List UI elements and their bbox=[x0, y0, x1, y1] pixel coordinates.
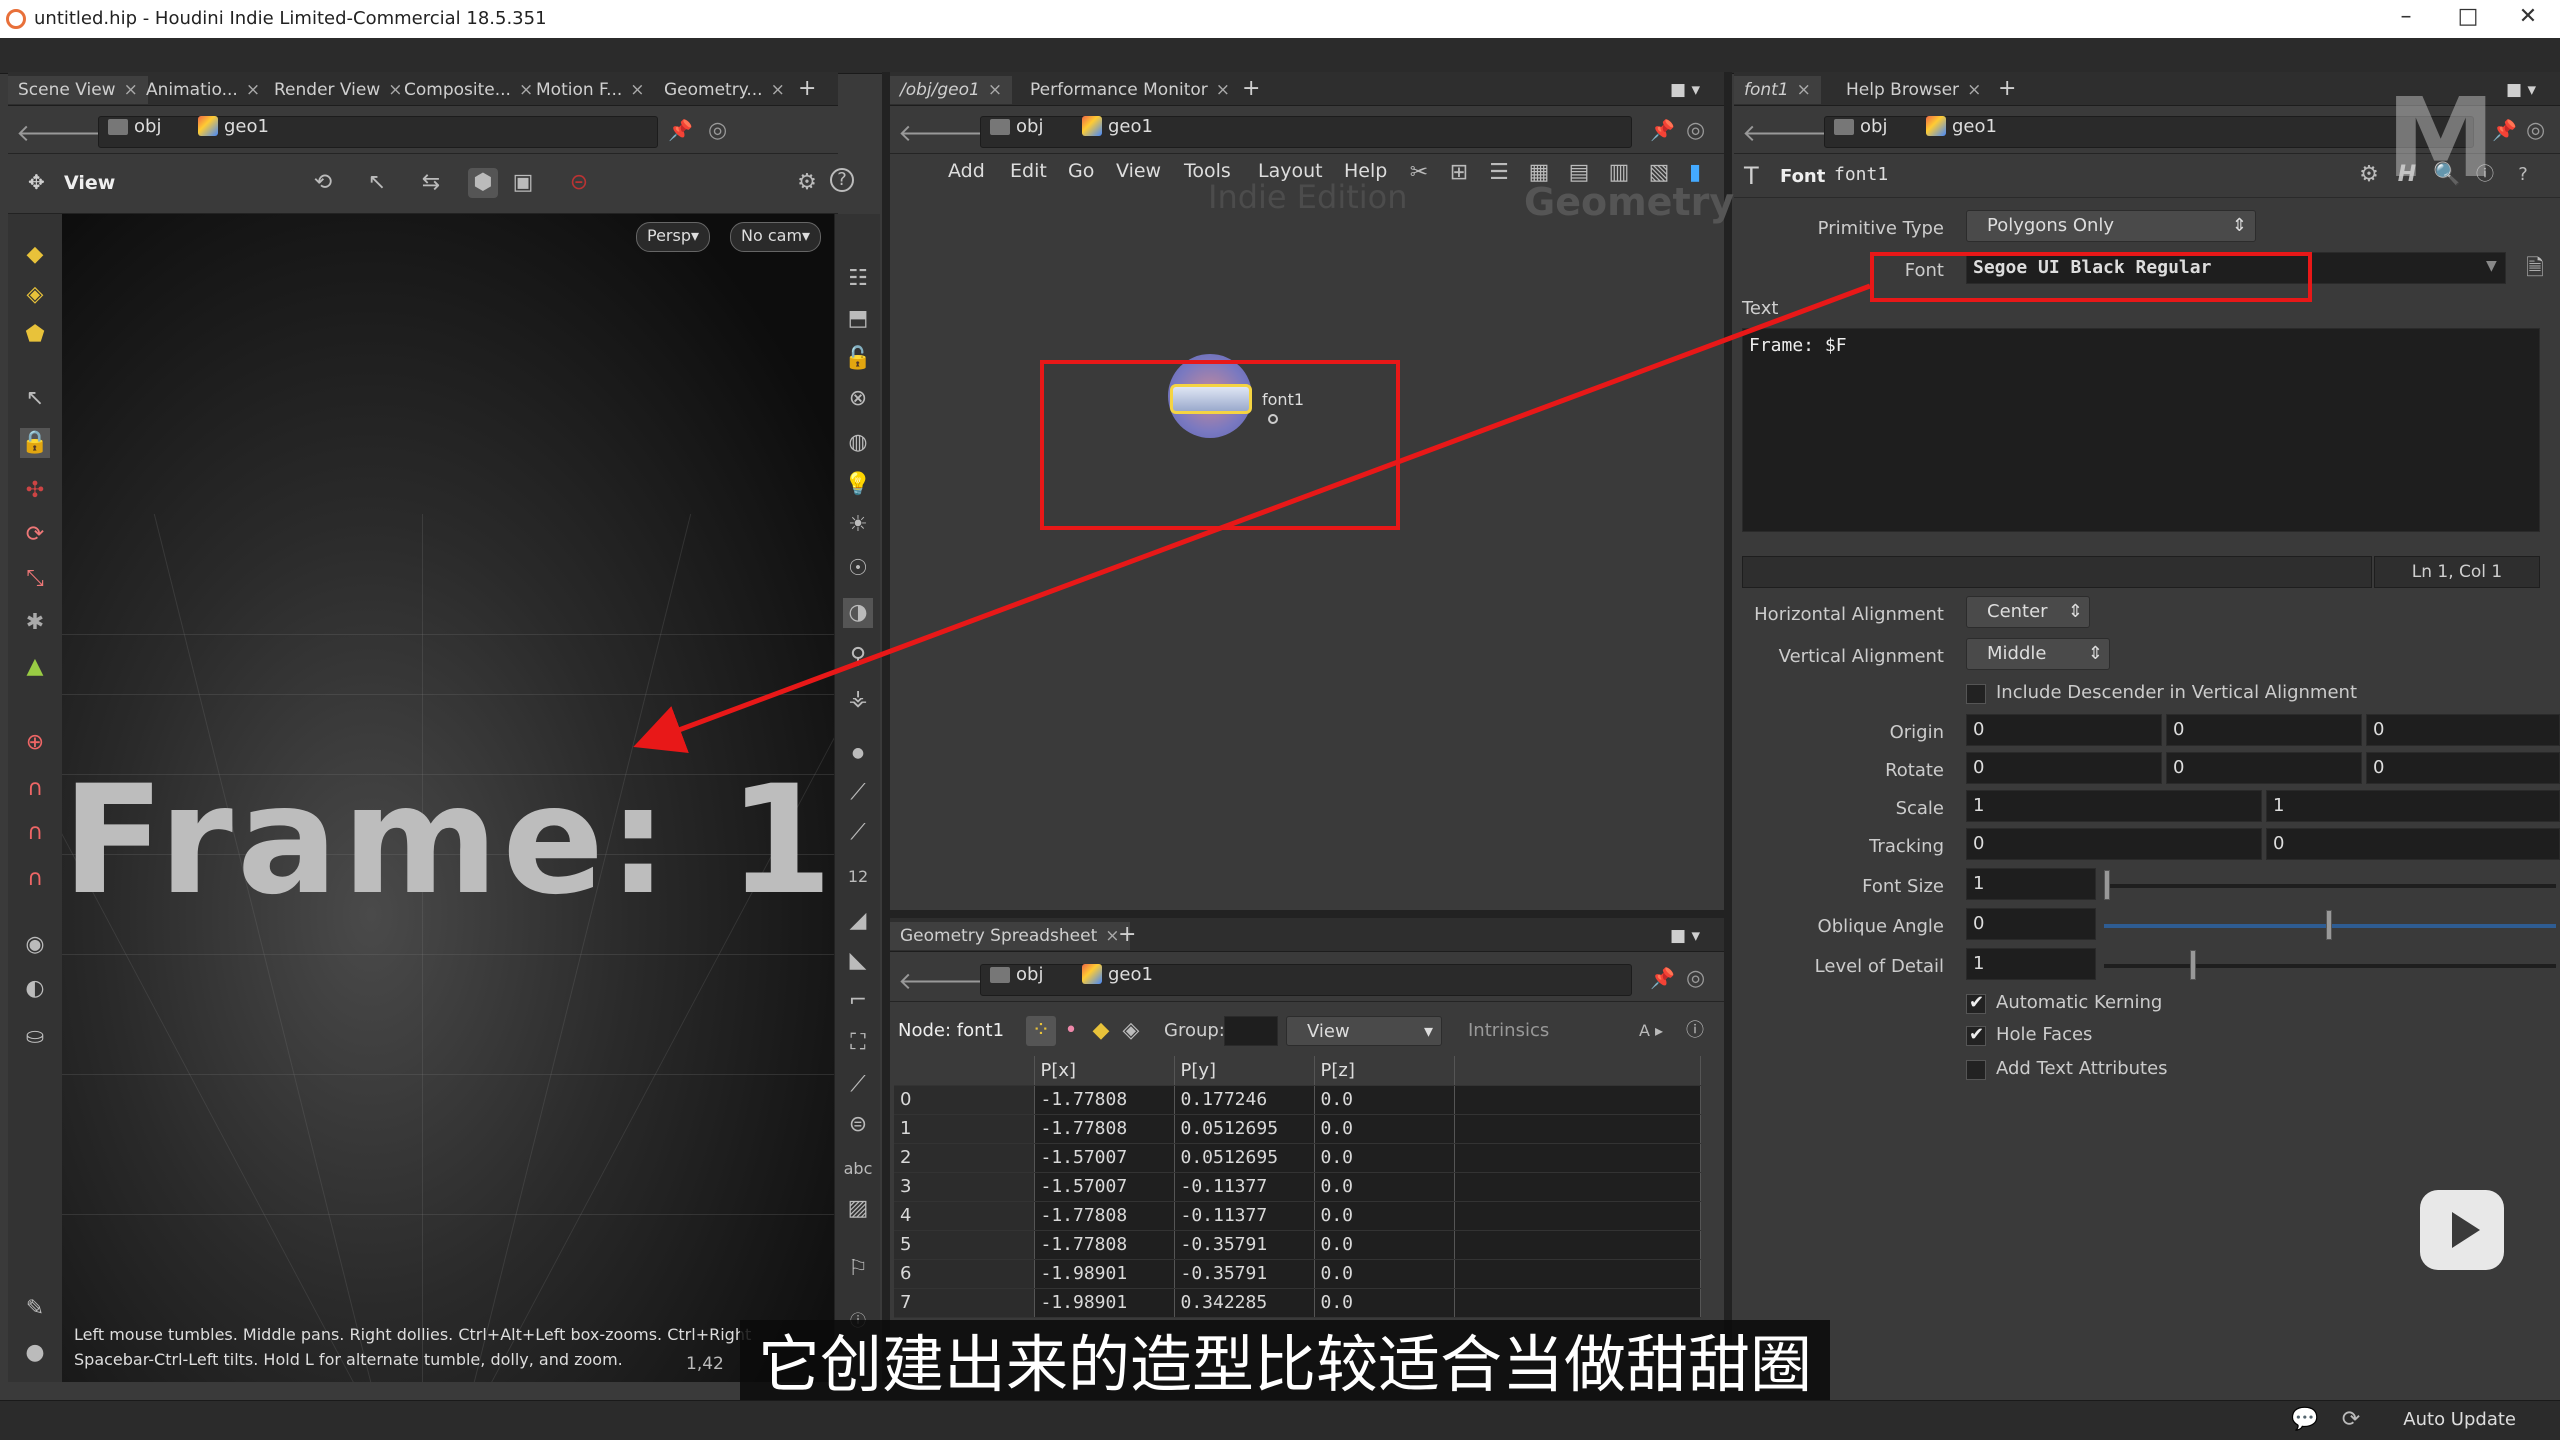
channel-logo: M bbox=[2386, 74, 2496, 202]
video-subtitle: 它创建出来的造型比较适合当做甜甜圈 bbox=[740, 1320, 1830, 1410]
video-play-icon[interactable] bbox=[2420, 1190, 2504, 1270]
chat-icon[interactable]: 💬 bbox=[2290, 1405, 2320, 1435]
refresh-icon[interactable]: ⟳ bbox=[2336, 1405, 2366, 1435]
annotation-arrow bbox=[633, 283, 1871, 753]
auto-update-dropdown[interactable]: Auto Update bbox=[2403, 1409, 2516, 1430]
status-bar: 💬 ⟳ Auto Update bbox=[0, 1400, 2560, 1440]
